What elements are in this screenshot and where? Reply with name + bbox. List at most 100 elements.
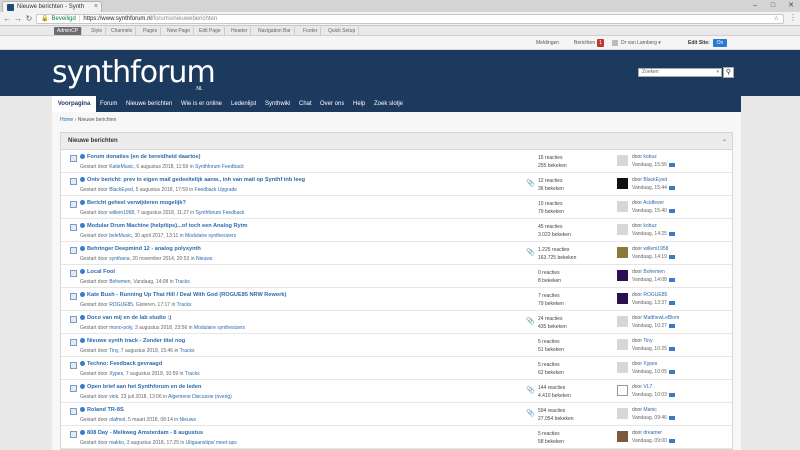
goto-last-post-icon[interactable] (668, 346, 675, 351)
thread-forum-link[interactable]: Synthforum Feedback (195, 164, 244, 170)
last-poster-link[interactable]: ROGUE85 (643, 292, 667, 298)
thread-author-link[interactable]: vink (109, 394, 118, 400)
last-poster-avatar[interactable] (617, 178, 628, 189)
last-poster-avatar[interactable] (617, 316, 628, 327)
goto-new-post-icon[interactable] (80, 361, 85, 367)
last-poster-link[interactable]: Tiny (643, 338, 652, 344)
goto-last-post-icon[interactable] (668, 231, 675, 236)
thread-forum-link[interactable]: Nieuws (180, 417, 196, 423)
thread-forum-link[interactable]: Algemene Discussie (overig) (168, 394, 232, 400)
goto-new-post-icon[interactable] (80, 154, 85, 160)
thread-author-link[interactable]: Bohemen (109, 279, 130, 285)
notifications-link[interactable]: Meldingen (536, 39, 559, 47)
admin-bar-item-admincp[interactable]: AdminCP (54, 27, 83, 35)
last-poster-link[interactable]: willem1958 (643, 246, 668, 252)
admin-bar-item-edit-page[interactable]: Edit Page (196, 27, 225, 35)
nav-item-wie-is-er-online[interactable]: Wie is er online (181, 96, 222, 112)
thread-author-link[interactable]: beleMusic (109, 233, 132, 239)
site-logo[interactable]: synthforum (52, 58, 216, 88)
thread-title-link[interactable]: Forum donaties (en de bereidheid daartoe… (87, 154, 200, 160)
thread-title-link[interactable]: Doco van mij en de lab studio :) (87, 315, 171, 321)
thread-title-link[interactable]: Bericht geheel verwijderen mogelijk? (87, 200, 186, 206)
goto-last-post-icon[interactable] (668, 300, 675, 305)
goto-new-post-icon[interactable] (80, 384, 85, 390)
url-field[interactable]: 🔒 Beveiligd | https://www.synthforum.nl/for… (36, 14, 784, 24)
thread-forum-link[interactable]: Synthforum Feedback (196, 210, 245, 216)
thread-title-link[interactable]: Ontv bericht: prev in eigen mail gedeelt… (87, 177, 305, 183)
thread-forum-link[interactable]: Uitgaanstips/ meet-ups (186, 440, 237, 446)
goto-last-post-icon[interactable] (668, 254, 675, 259)
goto-last-post-icon[interactable] (668, 185, 675, 190)
thread-author-link[interactable]: synthana (109, 256, 129, 262)
thread-author-link[interactable]: BlackEyed (109, 187, 133, 193)
goto-new-post-icon[interactable] (80, 200, 85, 206)
nav-item-forum[interactable]: Forum (100, 96, 117, 112)
goto-new-post-icon[interactable] (80, 292, 85, 298)
goto-new-post-icon[interactable] (80, 246, 85, 252)
messages-link[interactable]: Berichten 1 (574, 39, 604, 47)
last-poster-avatar[interactable] (617, 270, 628, 281)
last-poster-avatar[interactable] (617, 362, 628, 373)
admin-bar-item-channels[interactable]: Channels (108, 27, 137, 35)
last-poster-link[interactable]: BlackEyed (643, 177, 667, 183)
goto-last-post-icon[interactable] (668, 277, 675, 282)
last-poster-link[interactable]: Acidfever (643, 200, 664, 206)
admin-bar-item-pages[interactable]: Pages (140, 27, 162, 35)
goto-last-post-icon[interactable] (668, 392, 675, 397)
goto-last-post-icon[interactable] (668, 438, 675, 443)
last-poster-link[interactable]: kobuz (643, 223, 656, 229)
goto-new-post-icon[interactable] (80, 223, 85, 229)
goto-new-post-icon[interactable] (80, 315, 85, 321)
last-poster-avatar[interactable] (617, 224, 628, 235)
goto-last-post-icon[interactable] (668, 323, 675, 328)
thread-author-link[interactable]: ROGUE85 (109, 302, 133, 308)
thread-author-link[interactable]: olafmol (109, 417, 125, 423)
nav-item-zoek-slotje[interactable]: Zoek slotje (374, 96, 403, 112)
back-icon[interactable]: ← (2, 13, 12, 25)
nav-item-chat[interactable]: Chat (299, 96, 312, 112)
goto-new-post-icon[interactable] (80, 177, 85, 183)
admin-bar-item-new-page[interactable]: New Page (164, 27, 195, 35)
last-poster-avatar[interactable] (617, 385, 628, 396)
nav-item-ledenlijst[interactable]: Ledenlijst (231, 96, 256, 112)
thread-author-link[interactable]: willem1958 (109, 210, 134, 216)
thread-title-link[interactable]: Behringer Deepmind 12 - analog polysynth (87, 246, 201, 252)
last-poster-link[interactable]: Xypes (643, 361, 657, 367)
thread-author-link[interactable]: mono-poly (109, 325, 132, 331)
thread-forum-link[interactable]: Tracks (180, 348, 195, 354)
close-window-icon[interactable]: ✕ (782, 0, 800, 12)
goto-last-post-icon[interactable] (668, 415, 675, 420)
thread-title-link[interactable]: Open brief aan het Synthforum en de lede… (87, 384, 201, 390)
last-poster-avatar[interactable] (617, 201, 628, 212)
browser-tab[interactable]: Nieuwe berichten - Synth × (2, 1, 102, 12)
goto-last-post-icon[interactable] (668, 162, 675, 167)
admin-bar-item-quick-setup[interactable]: Quick Setup (325, 27, 360, 35)
collapse-icon[interactable]: − (722, 133, 726, 150)
thread-title-link[interactable]: Modular Drum Machine (help/tips)...of to… (87, 223, 247, 229)
thread-title-link[interactable]: 808 Day - Meikweg Amsterdam - 8 augustus (87, 430, 203, 436)
thread-title-link[interactable]: Roland TR-8S (87, 407, 124, 413)
last-poster-link[interactable]: dreamer (643, 430, 662, 436)
thread-author-link[interactable]: Xypes (109, 371, 123, 377)
goto-last-post-icon[interactable] (668, 208, 675, 213)
search-button[interactable]: ⚲ (723, 67, 734, 78)
edit-site-toggle[interactable]: On (712, 39, 728, 47)
last-poster-avatar[interactable] (617, 293, 628, 304)
last-poster-link[interactable]: Bohemen (643, 269, 664, 275)
search-input[interactable]: Zoeken ▾ (638, 68, 722, 77)
thread-forum-link[interactable]: Modulaire synthesizers (185, 233, 236, 239)
thread-title-link[interactable]: Techno: Feedback gevraagd (87, 361, 162, 367)
goto-new-post-icon[interactable] (80, 407, 85, 413)
thread-title-link[interactable]: Nieuwe synth track - Zonder titel nog (87, 338, 185, 344)
thread-forum-link[interactable]: Modulaire synthesizers (194, 325, 245, 331)
minimize-icon[interactable]: – (746, 0, 764, 12)
close-tab-icon[interactable]: × (94, 2, 98, 12)
thread-title-link[interactable]: Kate Bush - Running Up That Hill / Deal … (87, 292, 286, 298)
maximize-icon[interactable]: □ (764, 0, 782, 12)
last-poster-link[interactable]: MatthewLeBlom (643, 315, 679, 321)
last-poster-avatar[interactable] (617, 155, 628, 166)
admin-bar-item-style[interactable]: Style (88, 27, 107, 35)
last-poster-link[interactable]: kobuz (643, 154, 656, 160)
thread-forum-link[interactable]: Tracks (175, 279, 190, 285)
goto-new-post-icon[interactable] (80, 430, 85, 436)
